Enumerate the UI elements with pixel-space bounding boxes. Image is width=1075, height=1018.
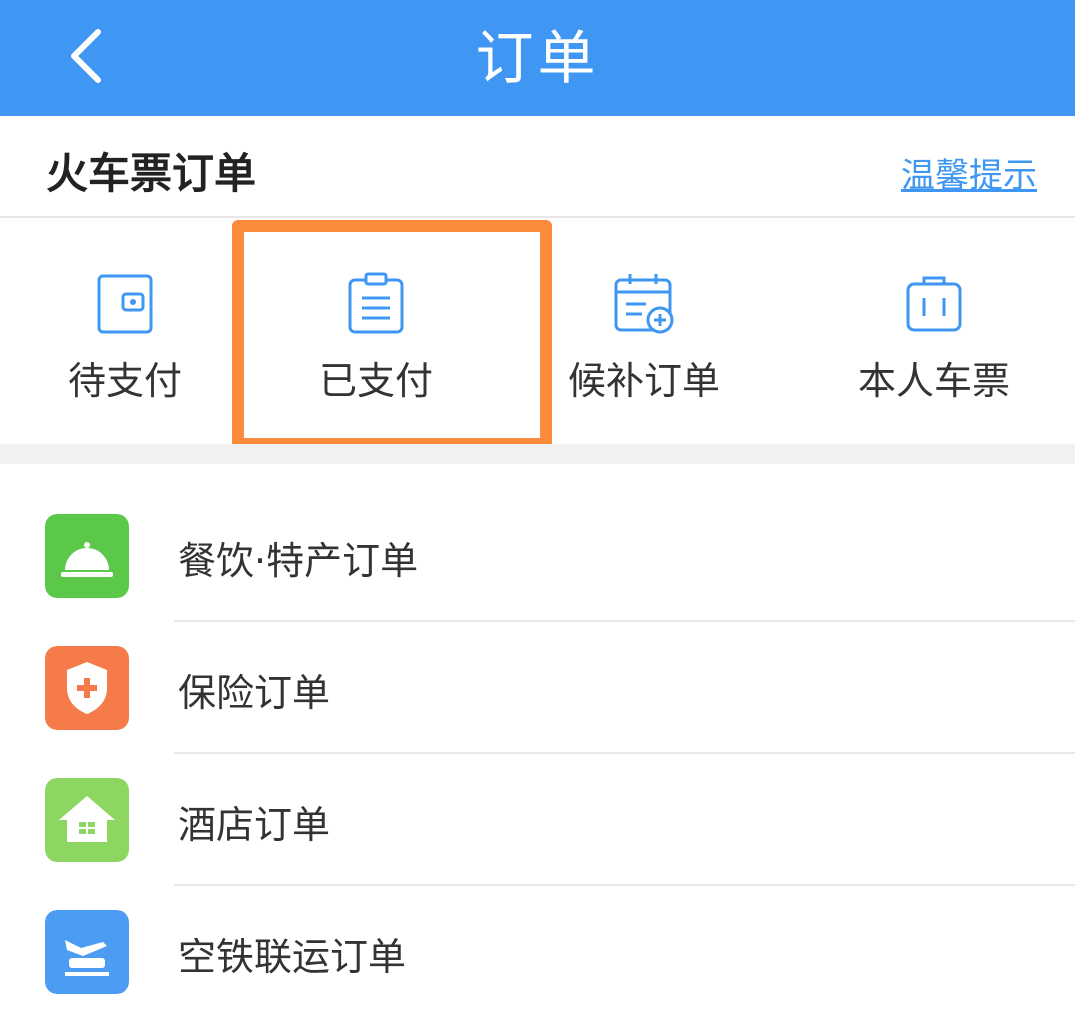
tips-link[interactable]: 温馨提示	[901, 148, 1037, 197]
list-item-dining-orders[interactable]: 餐饮·特产订单	[0, 490, 1075, 622]
service-bell-icon	[45, 514, 129, 598]
tab-label: 本人车票	[857, 359, 1010, 403]
calendar-add-icon	[614, 274, 674, 334]
top-bar: 订单	[0, 0, 1075, 116]
train-orders-header: 火车票订单 温馨提示	[0, 116, 1075, 218]
hotel-house-icon	[45, 778, 129, 862]
list-item-label: 餐饮·特产订单	[178, 539, 419, 583]
shield-plus-icon	[45, 646, 129, 730]
plane-train-icon	[45, 910, 129, 994]
list-item-label: 酒店订单	[178, 803, 331, 847]
tab-label: 候补订单	[567, 359, 720, 403]
list-item-label: 空铁联运订单	[178, 935, 407, 979]
tab-my-tickets[interactable]: 本人车票	[836, 218, 1032, 444]
tab-label: 已支付	[318, 359, 433, 403]
list-item-label: 保险订单	[178, 671, 331, 715]
tab-pending-payment[interactable]: 待支付	[30, 218, 220, 444]
clipboard-icon	[348, 272, 404, 334]
suitcase-icon	[906, 276, 962, 332]
section-title: 火车票订单	[46, 149, 257, 198]
list-item-air-rail-orders[interactable]: 空铁联运订单	[0, 886, 1075, 1018]
order-status-tabs: 待支付 已支付 候补订单 本人车票	[0, 218, 1075, 444]
section-divider	[0, 444, 1075, 464]
list-item-insurance-orders[interactable]: 保险订单	[0, 622, 1075, 754]
page-title: 订单	[475, 24, 600, 92]
tab-label: 待支付	[67, 359, 182, 403]
tab-waitlist-orders[interactable]: 候补订单	[548, 218, 740, 444]
list-item-hotel-orders[interactable]: 酒店订单	[0, 754, 1075, 886]
wallet-icon	[97, 274, 153, 334]
tab-paid[interactable]: 已支付	[244, 218, 508, 444]
